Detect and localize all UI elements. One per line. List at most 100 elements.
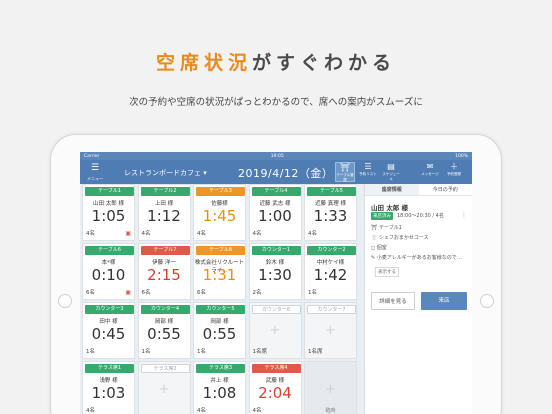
tool-label: スケジュール: [382, 172, 400, 181]
tool-label: 予約登録: [447, 172, 461, 176]
table-card[interactable]: カウンター5 岡部 様 0:55 1名: [193, 302, 246, 359]
reservation-time: 18:00〜20:30 / 4名: [397, 213, 444, 219]
guest-count: 4名: [197, 408, 206, 414]
guest-count: 4名: [141, 231, 151, 237]
table-card[interactable]: テラス席4 武藤 様 2:04 4名: [248, 361, 302, 414]
guest-name: 田中 様: [99, 319, 118, 325]
detail-button[interactable]: 詳細を見る: [371, 292, 415, 310]
visit-button[interactable]: 来店: [421, 292, 467, 310]
table-card[interactable]: カウンター4 岡部 様 0:55 1名: [137, 302, 191, 359]
guest-name: 近藤 武志 様: [259, 201, 291, 207]
menu-button[interactable]: ☰ メニュー: [86, 164, 104, 183]
elapsed-time: 2:04: [258, 384, 292, 402]
headline-rest: がすぐわかる: [252, 52, 397, 74]
list-view-button[interactable]: ☰ 予約リスト: [358, 162, 378, 182]
menu-label: メニュー: [87, 176, 103, 181]
message-button[interactable]: ✉ メッセージ: [420, 162, 440, 182]
plus-icon: +: [269, 323, 281, 338]
table-card[interactable]: カウンター6 +1名席: [248, 302, 302, 359]
guest-count: 4名: [252, 408, 262, 414]
guest-count: 4名: [197, 231, 206, 237]
guest-count: 1名席: [252, 349, 268, 355]
elapsed-time: 1:42: [313, 266, 348, 284]
table-card[interactable]: カウンター1 鈴木 様 1:30 2名: [248, 243, 302, 300]
table-badge: テーブル8: [196, 246, 245, 255]
elapsed-time: 0:10: [91, 266, 126, 284]
table-badge: カウンター4: [140, 305, 190, 314]
table-card[interactable]: テーブル2 上田 様 1:12 4名: [137, 184, 191, 241]
table-card[interactable]: テーブル4 近藤 武志 様 1:00 4名: [248, 184, 302, 241]
table-card[interactable]: テーブル5 近藤 真理 様 1:33 4名: [304, 184, 357, 241]
table-card[interactable]: テラス席3 井上 様 1:08 4名: [193, 361, 246, 414]
table-view-button[interactable]: ⛩ テーブル管理: [335, 162, 355, 182]
guest-count: 6名: [86, 290, 95, 296]
seat-type: 個室: [376, 245, 387, 251]
guest-name: 山田 太郎 様: [371, 204, 409, 212]
guest-name: 武藤 様: [265, 378, 285, 384]
table-badge: テーブル5: [307, 187, 356, 196]
table-badge: テーブル4: [251, 187, 301, 196]
table-line: ⛩ テーブル1: [371, 224, 402, 231]
course-icon: 🍴: [371, 235, 379, 241]
tool-label: 予約リスト: [359, 172, 377, 176]
guest-count: 6名: [197, 290, 206, 296]
message-icon: ✉: [426, 162, 434, 171]
table-card[interactable]: テーブル1 山田 太郎 様 1:05 4名 ▣: [82, 184, 135, 241]
guest-name: 近藤 真理 様: [315, 201, 346, 207]
table-card[interactable]: テーブル8 株式会社リクルートライ… 1:31 6名: [193, 243, 246, 300]
date-display[interactable]: 2019/4/12（金）: [238, 165, 333, 181]
guest-name: 浅野 様: [99, 378, 118, 384]
carrier-label: Carrier: [84, 153, 100, 159]
table-badge: カウンター6: [251, 305, 301, 314]
table-badge: テーブル7: [140, 246, 190, 255]
shop-selector[interactable]: レストランボードカフェ ▾: [124, 168, 207, 178]
table-card[interactable]: テーブル7 伊藤 洋一 2:15 6名: [137, 243, 191, 300]
table-card[interactable]: カウンター3 田中 様 0:45 1名: [82, 302, 135, 359]
course-line: 🍴 シェフおまかせコース: [371, 234, 429, 241]
elapsed-time: 1:08: [202, 384, 237, 402]
table-icon: ⛩: [339, 163, 351, 172]
elapsed-time: 1:12: [147, 207, 181, 225]
new-reservation-button[interactable]: ＋ 予約登録: [444, 162, 464, 182]
more-icon[interactable]: ⋮: [461, 212, 467, 219]
elapsed-time: 0:55: [202, 325, 237, 343]
schedule-view-button[interactable]: ▤ スケジュール: [381, 162, 401, 182]
guest-count: 4名: [86, 408, 95, 414]
hamburger-icon: ☰: [90, 163, 100, 173]
guest-name: 上田 様: [154, 201, 174, 207]
elapsed-time: 1:03: [91, 384, 126, 402]
table-card[interactable]: テラス席1 浅野 様 1:03 4名: [82, 361, 135, 414]
table-badge: カウンター5: [196, 305, 245, 314]
table-card[interactable]: テーブル3 佐藤様 1:45 4名: [193, 184, 246, 241]
detail-panel: 座席情報 今日の予約 山田 太郎 様 ⋮ 来店済み 18:00〜20:30 / …: [364, 184, 472, 414]
headline: 空席状況がすぐわかる: [0, 48, 552, 75]
table-card[interactable]: カウンター2 中村ケイ様 1:42 1名: [304, 243, 357, 300]
elapsed-time: 2:15: [147, 266, 181, 284]
table-badge: カウンター2: [307, 246, 356, 255]
elapsed-time: 1:31: [202, 266, 237, 284]
guest-count: 6名: [141, 290, 151, 296]
show-more-link[interactable]: 表示する: [375, 267, 399, 277]
guest-count: 4名: [86, 231, 95, 237]
guest-name: 岡部 様: [210, 319, 229, 325]
tab-seat-info[interactable]: 座席情報: [365, 184, 419, 195]
table-badge: テーブル3: [196, 187, 245, 196]
status-bar: Carrier 19:05 100%: [80, 152, 472, 160]
table-badge: テラス席1: [85, 364, 134, 373]
tab-today-reservations[interactable]: 今日の予約: [419, 184, 473, 195]
guest-name: 井上 様: [210, 378, 229, 384]
table-card[interactable]: テーブル6 本*様 0:10 6名 ▣: [82, 243, 135, 300]
top-bar: ☰ メニュー レストランボードカフェ ▾ 2019/4/12（金） ⛩ テーブル…: [80, 160, 472, 184]
add-temp-table-card[interactable]: + 臨時: [304, 361, 357, 414]
battery-label: 100%: [455, 153, 468, 159]
table-card[interactable]: カウンター7 +1名席: [304, 302, 357, 359]
guest-name: 中村ケイ様: [316, 260, 345, 266]
elapsed-time: 1:05: [91, 207, 126, 225]
calendar-icon: ▣: [125, 230, 131, 237]
ipad-camera: [58, 294, 72, 308]
note-line: ✎ 小麦アレルギーがあるお客様なので…: [371, 254, 462, 261]
table-card[interactable]: テラス席2 +: [137, 361, 191, 414]
elapsed-time: 1:45: [202, 207, 237, 225]
table-badge: テラス席3: [196, 364, 245, 373]
add-temp-label: 臨時: [325, 408, 336, 414]
